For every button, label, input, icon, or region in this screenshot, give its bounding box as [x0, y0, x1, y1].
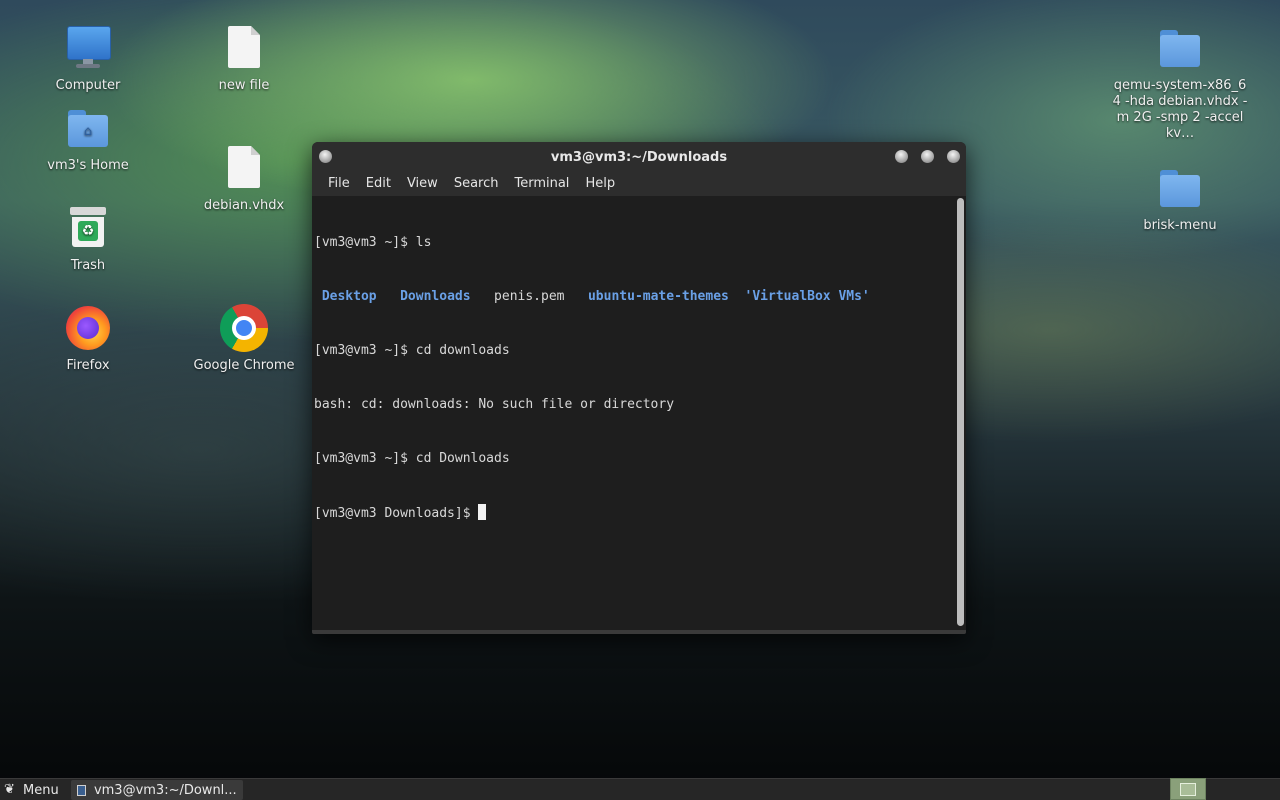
desktop-icon-firefox[interactable]: Firefox: [28, 304, 148, 374]
desktop-icon-debian-vhdx[interactable]: debian.vhdx: [184, 144, 304, 214]
workspace-thumbnail-icon: [1180, 782, 1196, 796]
taskbar-window-button[interactable]: vm3@vm3:~/Downl...: [70, 780, 243, 800]
maximize-button[interactable]: [921, 150, 934, 163]
terminal-scrollbar[interactable]: [957, 198, 964, 626]
terminal-window[interactable]: vm3@vm3:~/Downloads File Edit View Searc…: [312, 142, 966, 634]
ls-item-file: penis.pem: [494, 289, 565, 304]
window-menu-button[interactable]: [319, 150, 332, 163]
menu-search[interactable]: Search: [446, 172, 507, 196]
desktop-icon-label: brisk-menu: [1143, 218, 1217, 233]
ls-item-directory: Downloads: [400, 289, 471, 304]
ls-item-directory: Desktop: [321, 289, 377, 304]
trash-icon: ♻: [64, 204, 112, 252]
desktop-icon-chrome[interactable]: Google Chrome: [184, 304, 304, 374]
terminal-window-icon: [76, 784, 86, 796]
desktop-icon-new-file[interactable]: new file: [184, 24, 304, 94]
terminal-line: [vm3@vm3 ~]$ cd Downloads: [314, 451, 510, 466]
terminal-prompt: [vm3@vm3 Downloads]$: [314, 506, 479, 521]
text-cursor: [478, 504, 487, 520]
firefox-icon: [64, 304, 112, 352]
window-titlebar[interactable]: vm3@vm3:~/Downloads: [312, 142, 966, 172]
desktop-icon-computer[interactable]: Computer: [28, 24, 148, 94]
terminal-line-ls-output: Desktop Downloads penis.pem ubuntu-mate-…: [314, 288, 952, 306]
desktop-icon-label: debian.vhdx: [203, 198, 285, 213]
desktop-icon-label: Computer: [55, 78, 121, 93]
desktop-icon-label: Firefox: [66, 358, 110, 373]
desktop-icon-label: vm3's Home: [47, 158, 129, 173]
menu-view[interactable]: View: [399, 172, 446, 196]
terminal-line: [vm3@vm3 ~]$ cd downloads: [314, 343, 510, 358]
ls-item-directory: 'VirtualBox VMs': [744, 289, 870, 304]
terminal-menubar: File Edit View Search Terminal Help: [312, 172, 966, 196]
home-folder-icon: ⌂: [64, 104, 112, 152]
desktop-icon-trash[interactable]: ♻ Trash: [28, 204, 148, 274]
chrome-icon: [220, 304, 268, 352]
folder-icon: [1156, 24, 1204, 72]
menu-file[interactable]: File: [320, 172, 358, 196]
ls-item-directory: ubuntu-mate-themes: [587, 289, 729, 304]
minimize-button[interactable]: [895, 150, 908, 163]
desktop-icon-qemu-command[interactable]: qemu-system-x86_64 -hda debian.vhdx -m 2…: [1110, 24, 1250, 142]
file-icon: [220, 24, 268, 72]
menu-terminal[interactable]: Terminal: [506, 172, 577, 196]
desktop-icon-label: qemu-system-x86_64 -hda debian.vhdx -m 2…: [1112, 78, 1248, 141]
menu-button[interactable]: ❦ Menu: [0, 779, 67, 800]
taskbar: ❦ Menu vm3@vm3:~/Downl...: [0, 778, 1280, 800]
desktop-icon-brisk-menu[interactable]: brisk-menu: [1120, 164, 1240, 234]
taskbar-window-label: vm3@vm3:~/Downl...: [93, 782, 237, 798]
desktop-icon-label: Google Chrome: [193, 358, 295, 373]
workspace-switcher[interactable]: [1170, 778, 1206, 800]
menu-icon: ❦: [4, 782, 15, 797]
window-bottom-border: [312, 630, 966, 634]
computer-icon: [64, 24, 112, 72]
file-icon: [220, 144, 268, 192]
terminal-output[interactable]: [vm3@vm3 ~]$ ls Desktop Downloads penis.…: [312, 196, 954, 628]
folder-icon: [1156, 164, 1204, 212]
window-title: vm3@vm3:~/Downloads: [550, 149, 728, 165]
menu-label: Menu: [23, 782, 59, 798]
terminal-line: bash: cd: downloads: No such file or dir…: [314, 397, 675, 412]
desktop-icon-label: Trash: [70, 258, 106, 273]
terminal-prompt-line: [vm3@vm3 Downloads]$: [314, 504, 952, 522]
desktop-icon-home[interactable]: ⌂ vm3's Home: [28, 104, 148, 174]
desktop-icon-label: new file: [218, 78, 270, 93]
close-button[interactable]: [947, 150, 960, 163]
menu-edit[interactable]: Edit: [358, 172, 399, 196]
terminal-line: [vm3@vm3 ~]$ ls: [314, 235, 432, 250]
menu-help[interactable]: Help: [577, 172, 623, 196]
